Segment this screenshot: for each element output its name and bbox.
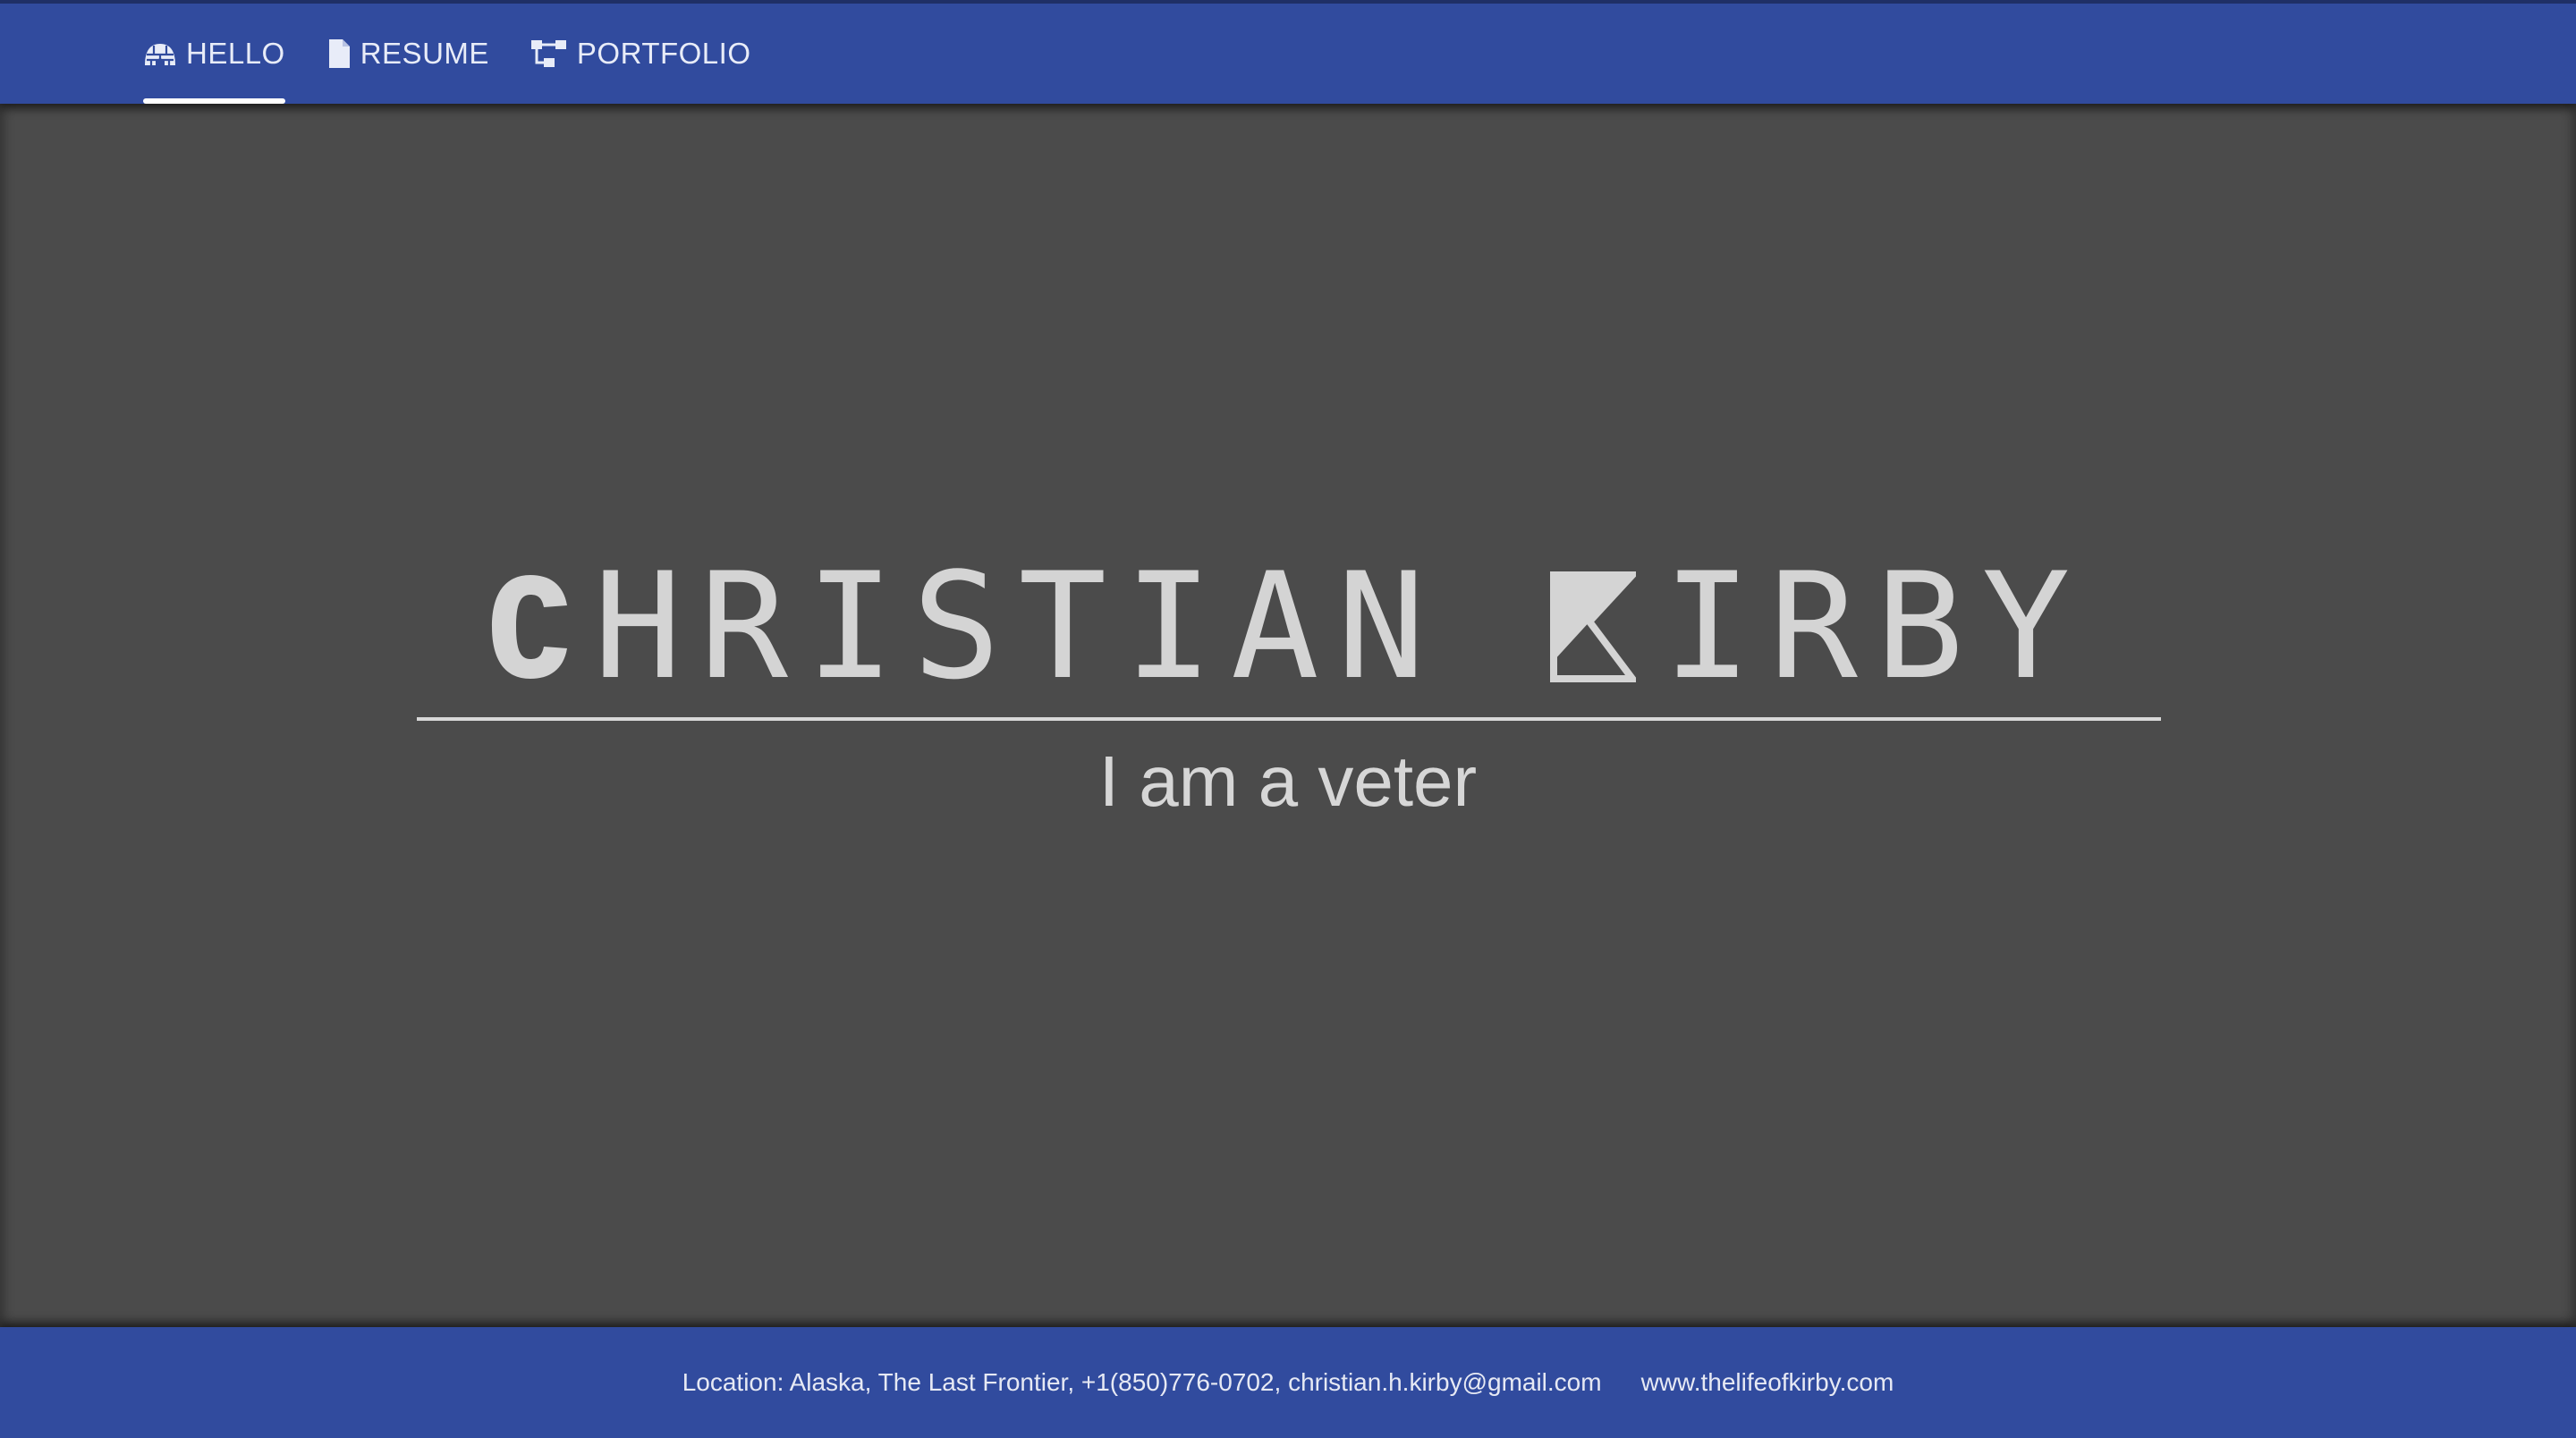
igloo-icon	[143, 38, 177, 69]
footer: Location: Alaska, The Last Frontier, +1(…	[0, 1327, 2576, 1438]
hero-name: HRISTIAN IRBY	[0, 554, 2576, 700]
last-name: IRBY	[1663, 541, 2089, 712]
nav-item-label: HELLO	[186, 37, 285, 70]
nav-item-hello[interactable]: HELLO	[143, 4, 285, 104]
footer-website-link[interactable]: www.thelifeofkirby.com	[1641, 1368, 1894, 1397]
c-monogram-icon	[488, 571, 572, 682]
nav-item-portfolio[interactable]: PORTFOLIO	[530, 4, 751, 104]
tagline: I am a veter	[1098, 741, 1478, 821]
name-divider	[417, 717, 2161, 721]
footer-contact: Location: Alaska, The Last Frontier, +1(…	[682, 1368, 1602, 1396]
nav-item-label: PORTFOLIO	[576, 37, 751, 70]
main-nav: HELLO RESUME PORTFOLIO	[143, 4, 751, 104]
hero-section: HRISTIAN IRBY I am a veter	[0, 104, 2576, 1327]
file-icon	[326, 38, 352, 69]
first-name: HRISTIAN	[593, 541, 1444, 712]
nav-item-resume[interactable]: RESUME	[326, 4, 489, 104]
k-monogram-icon	[1550, 571, 1637, 682]
nav-item-label: RESUME	[360, 37, 489, 70]
sitemap-icon	[530, 38, 568, 69]
page: HELLO RESUME PORTFOLIO HRISTIAN IRBY I a…	[0, 0, 2576, 1438]
top-nav-bar: HELLO RESUME PORTFOLIO	[0, 0, 2576, 104]
